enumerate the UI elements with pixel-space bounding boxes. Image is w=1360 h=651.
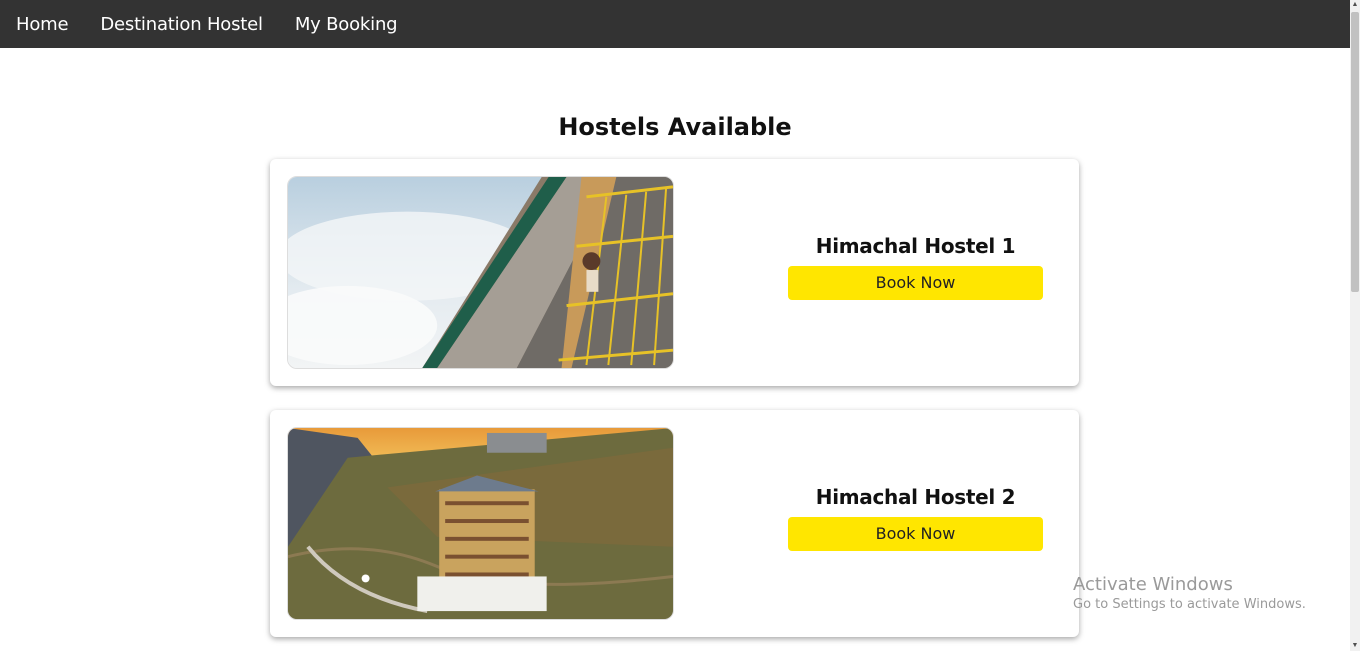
hostel-info-1: Himachal Hostel 1 Book Now	[788, 159, 1043, 386]
hostel-name: Himachal Hostel 1	[815, 233, 1016, 258]
hostel-card-1: Himachal Hostel 1 Book Now	[270, 159, 1079, 386]
hostel-name: Himachal Hostel 2	[815, 484, 1016, 509]
watermark-title: Activate Windows	[1073, 574, 1233, 595]
hostel-image-2	[287, 427, 674, 620]
book-now-button-1[interactable]: Book Now	[788, 265, 1043, 300]
nav-my-booking[interactable]: My Booking	[295, 14, 398, 35]
scroll-down-icon[interactable]: ▼	[1350, 641, 1360, 651]
hostel-info-2: Himachal Hostel 2 Book Now	[788, 410, 1043, 637]
scrollbar-thumb[interactable]	[1351, 12, 1359, 292]
nav-home[interactable]: Home	[16, 14, 69, 35]
hostel-card-2: Himachal Hostel 2 Book Now	[270, 410, 1079, 637]
vertical-scrollbar[interactable]: ▲ ▼	[1350, 0, 1360, 651]
book-now-button-2[interactable]: Book Now	[788, 516, 1043, 551]
page-title: Hostels Available	[558, 113, 792, 141]
activate-windows-watermark: Activate Windows Go to Settings to activ…	[1073, 574, 1306, 612]
watermark-subtitle: Go to Settings to activate Windows.	[1073, 597, 1306, 612]
top-navbar: Home Destination Hostel My Booking	[0, 0, 1350, 48]
scroll-up-icon[interactable]: ▲	[1350, 0, 1360, 10]
hostel-image-1	[287, 176, 674, 369]
nav-destination-hostel[interactable]: Destination Hostel	[100, 14, 263, 35]
